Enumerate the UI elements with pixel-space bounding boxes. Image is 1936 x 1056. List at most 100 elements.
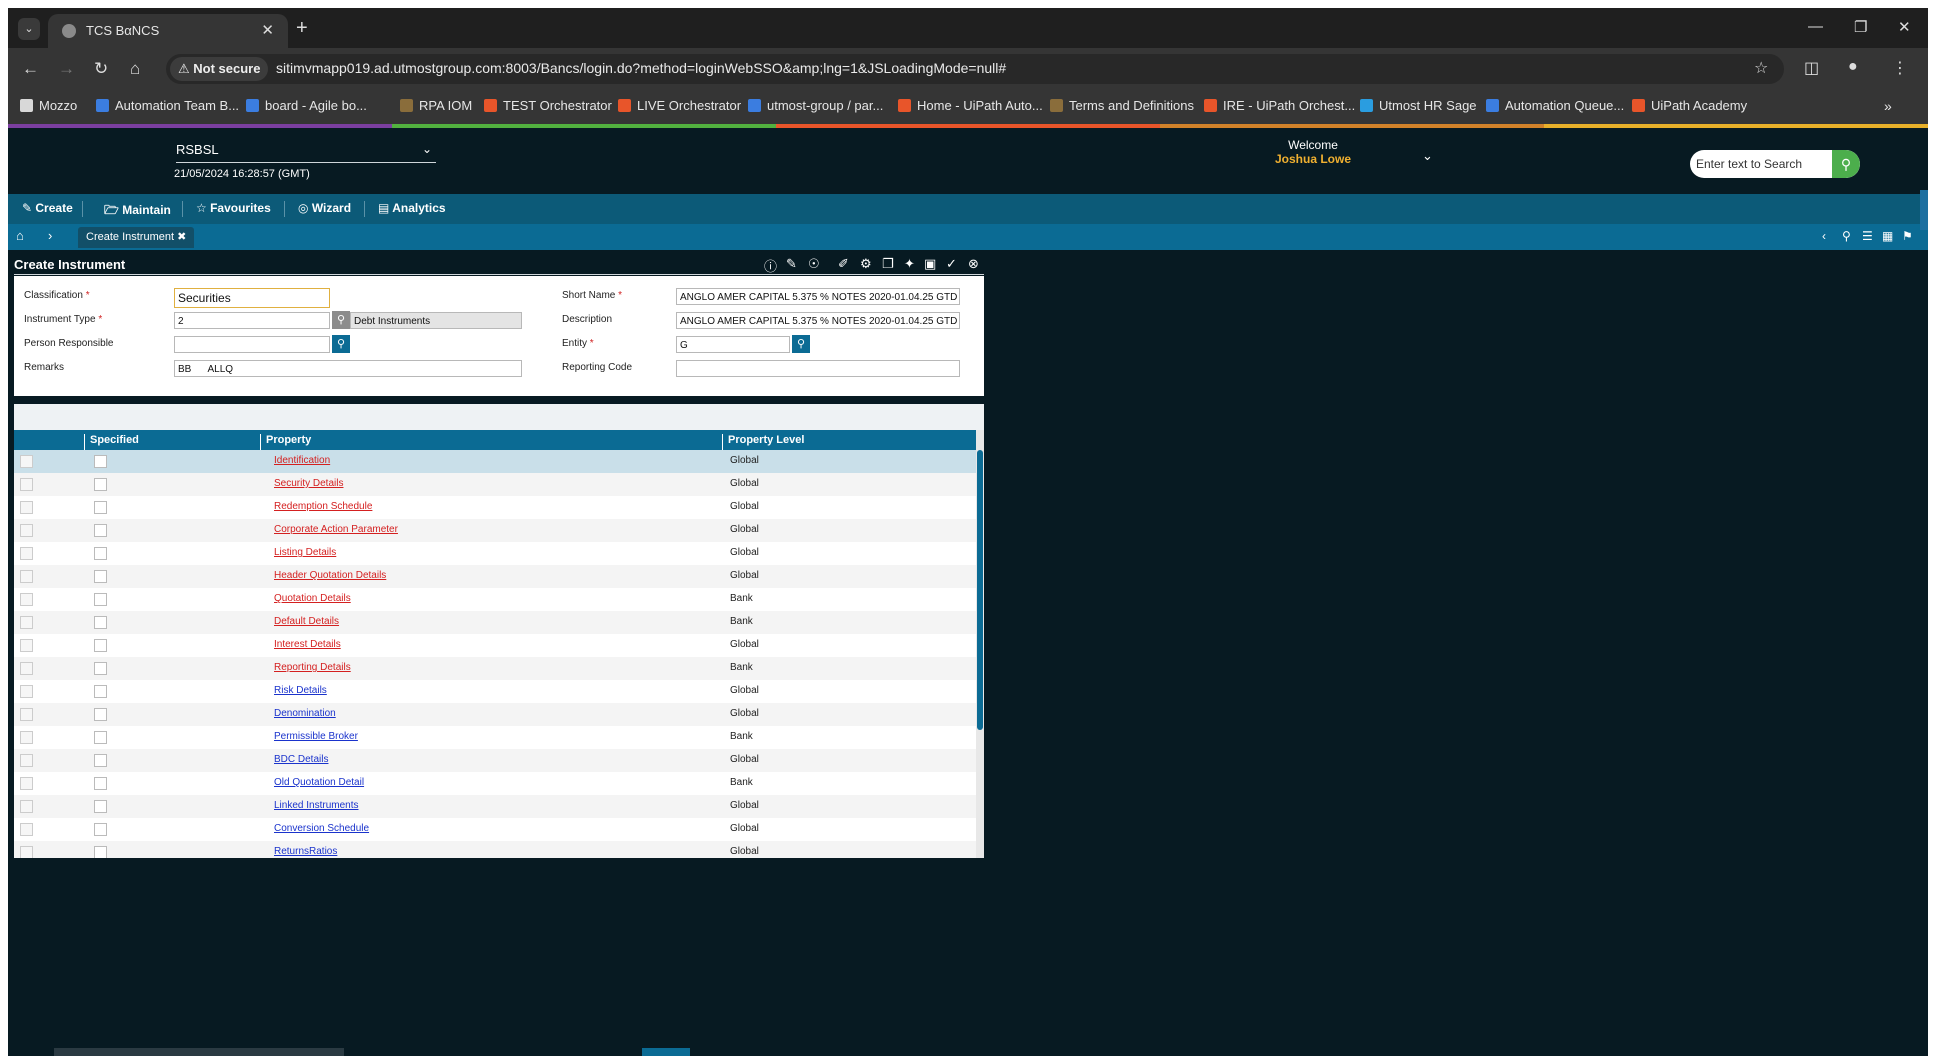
table-row[interactable]: Reporting Details Bank [14,657,976,680]
save-icon[interactable]: ▣ [924,256,936,272]
chevron-right-icon[interactable]: › [48,228,52,243]
grid-icon[interactable]: ▦ [1882,229,1893,243]
horizontal-scroll-thumb[interactable] [642,1048,690,1056]
property-link[interactable]: Redemption Schedule [274,501,372,512]
bookmark-item[interactable]: Home - UiPath Auto... [898,98,1043,113]
search-icon[interactable]: ⚲ [1832,150,1860,178]
property-link[interactable]: BDC Details [274,754,328,765]
person-responsible-field[interactable] [174,336,330,353]
search-input[interactable]: Enter text to Search [1696,157,1802,171]
tab-list-chevron-icon[interactable]: ⌄ [18,18,40,40]
specified-checkbox[interactable] [94,593,107,606]
table-row[interactable]: Header Quotation Details Global [14,565,976,588]
menu-analytics[interactable]: ▤ Analytics [378,201,446,215]
chevron-left-icon[interactable]: ‹ [1822,229,1826,243]
bookmark-item[interactable]: Automation Team B... [96,98,239,113]
row-select-checkbox[interactable] [20,754,33,767]
row-select-checkbox[interactable] [20,570,33,583]
property-link[interactable]: Header Quotation Details [274,570,386,581]
property-link[interactable]: Risk Details [274,685,327,696]
horizontal-scrollbar[interactable] [54,1048,344,1056]
profile-icon[interactable]: ● [1848,58,1858,76]
description-field[interactable]: ANGLO AMER CAPITAL 5.375 % NOTES 2020-01… [676,312,960,329]
specified-checkbox[interactable] [94,754,107,767]
property-link[interactable]: Reporting Details [274,662,351,673]
menu-maintain[interactable]: 🗁 Maintain [104,201,171,222]
specified-checkbox[interactable] [94,685,107,698]
property-link[interactable]: Interest Details [274,639,341,650]
bookmark-item[interactable]: Mozzo [20,98,77,113]
specified-checkbox[interactable] [94,823,107,836]
close-window-icon[interactable]: ✕ [1898,18,1911,36]
table-row[interactable]: Quotation Details Bank [14,588,976,611]
row-select-checkbox[interactable] [20,639,33,652]
table-row[interactable]: Denomination Global [14,703,976,726]
entity-field[interactable]: G [676,336,790,353]
specified-checkbox[interactable] [94,455,107,468]
extensions-icon[interactable]: ◫ [1804,58,1819,78]
column-header-specified[interactable]: Specified [90,434,139,446]
property-link[interactable]: Denomination [274,708,336,719]
property-link[interactable]: Permissible Broker [274,731,358,742]
user-menu-chevron-icon[interactable]: ⌄ [1422,148,1433,164]
home-icon[interactable]: ⌂ [130,59,140,79]
bank-select[interactable]: RSBSL ⌄ [176,142,436,163]
minimize-icon[interactable]: — [1808,18,1823,35]
row-select-checkbox[interactable] [20,501,33,514]
table-row[interactable]: Conversion Schedule Global [14,818,976,841]
table-row[interactable]: Security Details Global [14,473,976,496]
edit-icon[interactable]: ✎ [786,256,797,272]
table-row[interactable]: Corporate Action Parameter Global [14,519,976,542]
reporting-code-field[interactable] [676,360,960,377]
more-bookmarks-icon[interactable]: » [1884,98,1892,114]
bookmark-item[interactable]: IRE - UiPath Orchest... [1204,98,1355,113]
copy-icon[interactable]: ❐ [882,256,894,272]
row-select-checkbox[interactable] [20,478,33,491]
bookmark-item[interactable]: RPA IOM [400,98,472,113]
scrollbar-thumb[interactable] [977,450,983,730]
specified-checkbox[interactable] [94,501,107,514]
table-row[interactable]: Permissible Broker Bank [14,726,976,749]
bookmark-icon[interactable]: ⚑ [1902,229,1913,243]
close-icon[interactable]: ✖ [177,231,186,243]
column-header-property-level[interactable]: Property Level [728,434,804,446]
menu-wizard[interactable]: ◎ Wizard [298,201,351,215]
property-link[interactable]: Linked Instruments [274,800,359,811]
table-row[interactable]: ReturnsRatios Global [14,841,976,858]
specified-checkbox[interactable] [94,478,107,491]
row-select-checkbox[interactable] [20,547,33,560]
row-select-checkbox[interactable] [20,777,33,790]
list-icon[interactable]: ☰ [1862,229,1873,243]
row-select-checkbox[interactable] [20,708,33,721]
new-tab-icon[interactable]: + [296,17,308,40]
back-icon[interactable]: ← [22,59,39,79]
property-link[interactable]: Old Quotation Detail [274,777,364,788]
home-icon[interactable]: ⌂ [16,228,24,243]
lookup-search-icon[interactable]: ⚲ [332,311,350,329]
row-select-checkbox[interactable] [20,616,33,629]
remarks-field[interactable]: BB ALLQ [174,360,522,377]
row-select-checkbox[interactable] [20,685,33,698]
specified-checkbox[interactable] [94,547,107,560]
table-row[interactable]: Listing Details Global [14,542,976,565]
property-link[interactable]: Security Details [274,478,343,489]
specified-checkbox[interactable] [94,639,107,652]
bookmark-item[interactable]: TEST Orchestrator [484,98,612,113]
row-select-checkbox[interactable] [20,662,33,675]
not-secure-badge[interactable]: ⚠ Not secure [170,57,269,81]
specified-checkbox[interactable] [94,800,107,813]
reload-icon[interactable]: ↻ [94,59,108,79]
attach-icon[interactable]: ☉ [808,256,820,272]
property-link[interactable]: Listing Details [274,547,336,558]
table-row[interactable]: Risk Details Global [14,680,976,703]
bookmark-item[interactable]: board - Agile bo... [246,98,367,113]
table-row[interactable]: Linked Instruments Global [14,795,976,818]
bookmark-item[interactable]: Terms and Definitions [1050,98,1194,113]
star-icon[interactable]: ☆ [1754,58,1768,78]
classification-field[interactable]: Securities [174,288,330,308]
restore-icon[interactable]: ❐ [1854,18,1867,36]
property-link[interactable]: Default Details [274,616,339,627]
table-row[interactable]: Old Quotation Detail Bank [14,772,976,795]
menu-create[interactable]: ✎ Create [22,201,73,215]
help-icon[interactable]: ⓘ [764,256,777,275]
